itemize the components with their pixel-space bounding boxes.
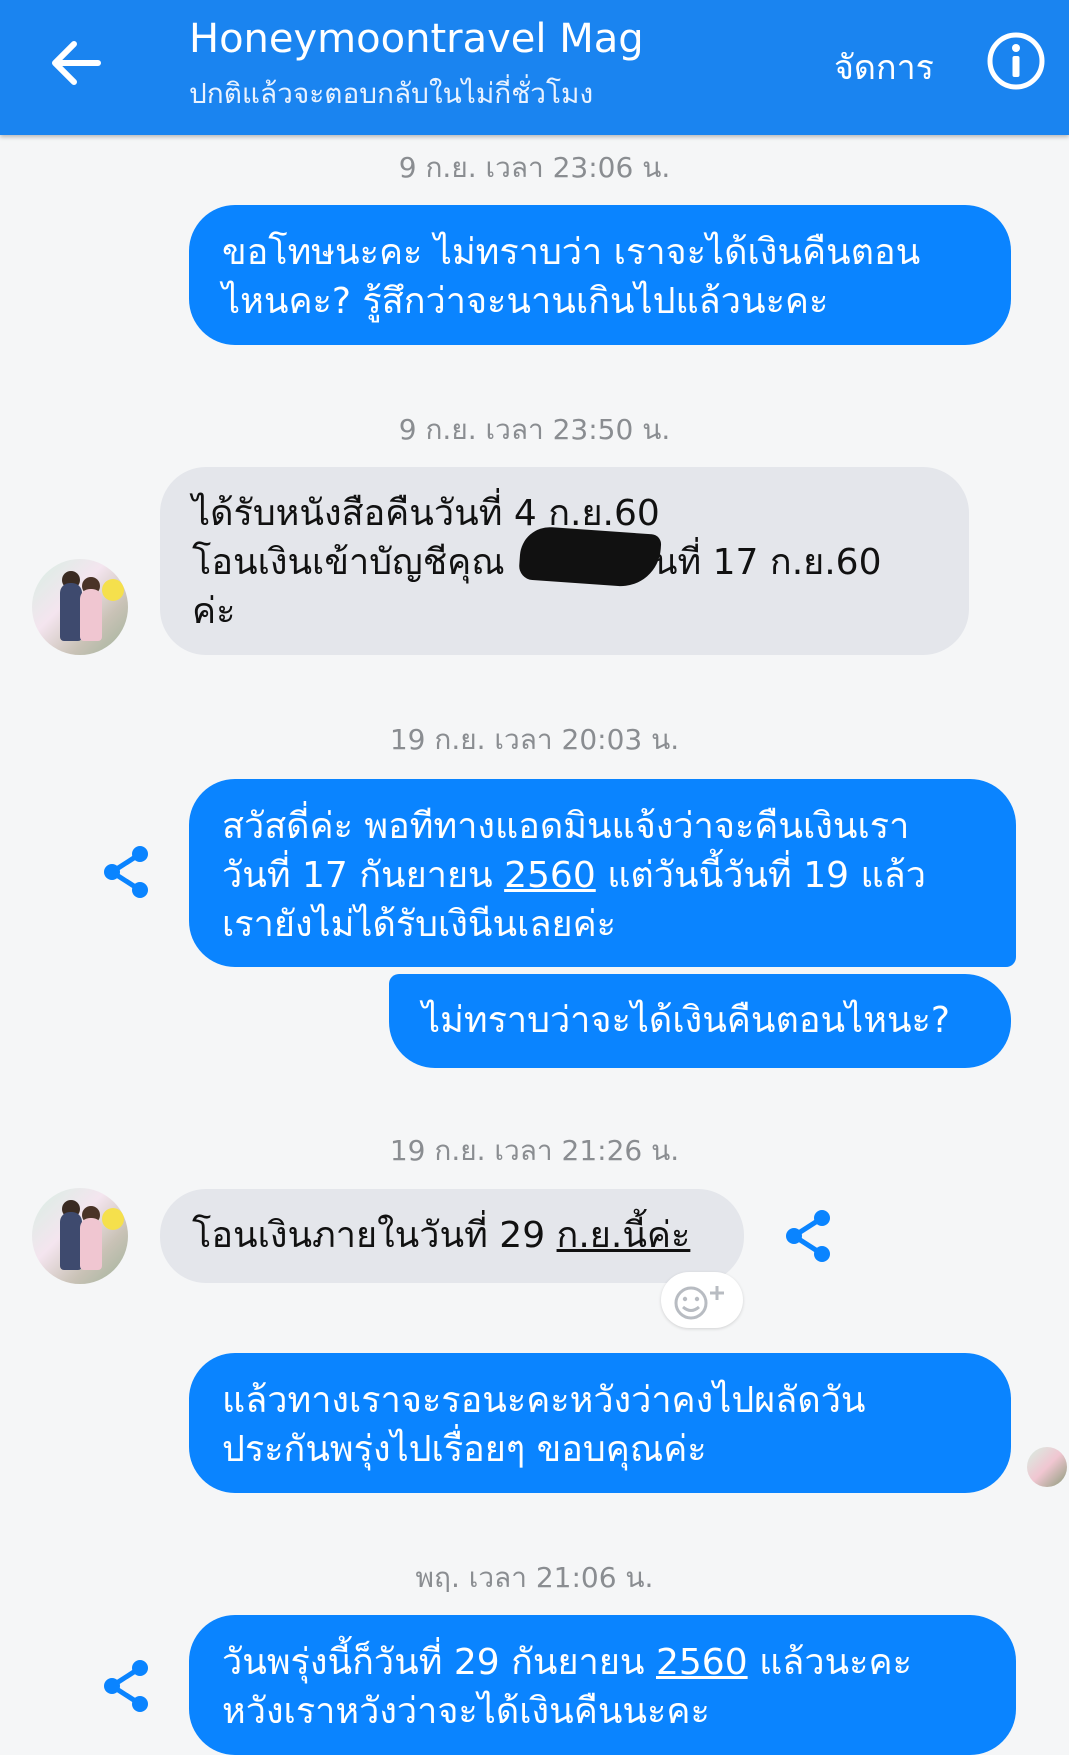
share-icon[interactable] bbox=[96, 1656, 156, 1716]
info-icon[interactable] bbox=[985, 30, 1047, 92]
manage-button[interactable]: จัดการ bbox=[834, 40, 934, 94]
message-text: ไหนคะ? รู้สึกว่าจะนานเกินไปแล้วนะคะ bbox=[222, 281, 829, 322]
message-text: เรายังไม่ได้รับเงินีนเลยค่ะ bbox=[222, 904, 617, 945]
date-link[interactable]: ก.ย.นี้ค่ะ bbox=[557, 1215, 691, 1256]
add-reaction-button[interactable] bbox=[661, 1272, 743, 1328]
message-text: สวัสดี่ค่ะ พอทีทางแอดมินแจ้งว่าจะคืนเงิน… bbox=[222, 806, 910, 847]
timestamp: 9 ก.ย. เวลา 23:06 น. bbox=[398, 151, 671, 184]
back-arrow-icon[interactable] bbox=[40, 28, 110, 98]
outgoing-message[interactable]: แล้วทางเราจะรอนะคะหวังว่าคงไปผลัดวัน ประ… bbox=[189, 1353, 1011, 1493]
message-text: แต่วันนี้วันที่ 19 แล้ว bbox=[595, 855, 926, 896]
message-text: หวังเราหวังว่าจะได้เงินคืนนะคะ bbox=[222, 1691, 710, 1732]
share-icon[interactable] bbox=[778, 1206, 838, 1266]
message-text: แล้วนะคะ bbox=[747, 1642, 912, 1683]
smiley-plus-icon bbox=[674, 1286, 724, 1320]
outgoing-message[interactable]: ไม่ทราบว่าจะได้เงินคืนตอนไหนะ? bbox=[389, 974, 1011, 1068]
redaction-mark bbox=[518, 525, 662, 589]
seen-avatar bbox=[1027, 1447, 1067, 1487]
message-text: ประกันพรุ่งไปเรื่อยๆ ขอบคุณค่ะ bbox=[222, 1429, 707, 1470]
response-time-subtitle: ปกติแล้วจะตอบกลับในไม่กี่ชั่วโมง bbox=[189, 77, 594, 110]
timestamp: 19 ก.ย. เวลา 21:26 น. bbox=[389, 1134, 680, 1167]
timestamp: พฤ. เวลา 21:06 น. bbox=[415, 1561, 654, 1594]
timestamp: 9 ก.ย. เวลา 23:50 น. bbox=[398, 413, 671, 446]
message-text: วันที่ 17 กันยายน bbox=[222, 855, 505, 896]
message-text-line: วันพรุ่งนี้ก็วันที่ 29 กันยายน 2560 แล้ว… bbox=[222, 1638, 1016, 1687]
timestamp: 19 ก.ย. เวลา 20:03 น. bbox=[389, 723, 680, 756]
message-text: วันพรุ่งนี้ก็วันที่ 29 กันยายน bbox=[222, 1642, 656, 1683]
message-text: ขอโทษนะคะ ไม่ทราบว่า เราจะได้เงินคืนตอน bbox=[222, 232, 921, 273]
date-link[interactable]: 2560 bbox=[504, 855, 596, 896]
outgoing-message[interactable]: ขอโทษนะคะ ไม่ทราบว่า เราจะได้เงินคืนตอน … bbox=[189, 205, 1011, 345]
incoming-message[interactable]: โอนเงินภายในวันที่ 29 ก.ย.นี้ค่ะ bbox=[160, 1189, 744, 1283]
message-text: ค่ะ bbox=[192, 591, 236, 632]
contact-avatar[interactable] bbox=[32, 1188, 128, 1284]
message-text: โอนเงินเข้าบัญชีคุณ bbox=[192, 542, 505, 583]
message-text: วันที่ 17 ก.ย.60 bbox=[632, 542, 882, 583]
outgoing-message[interactable]: สวัสดี่ค่ะ พอทีทางแอดมินแจ้งว่าจะคืนเงิน… bbox=[189, 779, 1016, 967]
conversation-header: Honeymoontravel Mag ปกติแล้วจะตอบกลับในไ… bbox=[0, 0, 1069, 135]
contact-avatar[interactable] bbox=[32, 559, 128, 655]
message-text: แล้วทางเราจะรอนะคะหวังว่าคงไปผลัดวัน bbox=[222, 1380, 866, 1421]
outgoing-message[interactable]: วันพรุ่งนี้ก็วันที่ 29 กันยายน 2560 แล้ว… bbox=[189, 1615, 1016, 1755]
message-text-line: วันที่ 17 กันยายน 2560 แต่วันนี้วันที่ 1… bbox=[222, 851, 1016, 900]
page-title[interactable]: Honeymoontravel Mag bbox=[189, 16, 644, 62]
date-link[interactable]: 2560 bbox=[656, 1642, 748, 1683]
message-text: ไม่ทราบว่าจะได้เงินคืนตอนไหนะ? bbox=[422, 1000, 950, 1041]
message-text: โอนเงินภายในวันที่ 29 bbox=[192, 1215, 557, 1256]
share-icon[interactable] bbox=[96, 842, 156, 902]
